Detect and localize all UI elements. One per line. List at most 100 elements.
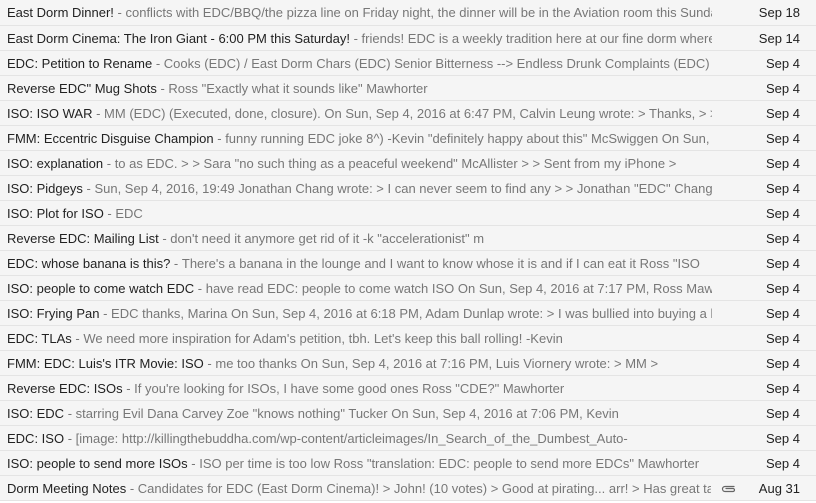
email-snippet: ISO per time is too low Ross "translatio… — [199, 455, 700, 471]
email-date: Aug 31 — [758, 480, 800, 496]
email-snippet: We need more inspiration for Adam's peti… — [83, 330, 563, 346]
email-row[interactable]: Dorm Meeting Notes - Candidates for EDC … — [0, 476, 816, 501]
email-snippet: Sun, Sep 4, 2016, 19:49 Jonathan Chang w… — [94, 180, 712, 196]
email-subject: Reverse EDC" Mug Shots — [7, 80, 157, 96]
subject-snippet-separator: - — [156, 80, 169, 96]
email-subject: Reverse EDC: Mailing List — [7, 230, 159, 246]
email-subject: EDC: Petition to Rename — [7, 55, 153, 71]
email-snippet: EDC — [115, 205, 143, 221]
email-snippet: If you're looking for ISOs, I have some … — [134, 380, 565, 396]
email-subject: FMM: EDC: Luis's ITR Movie: ISO — [7, 355, 204, 371]
email-row[interactable]: EDC: TLAs - We need more inspiration for… — [0, 326, 816, 351]
email-text: ISO: Frying Pan - EDC thanks, Marina On … — [7, 301, 712, 325]
email-date: Sep 18 — [758, 5, 800, 20]
email-date: Sep 4 — [766, 355, 800, 371]
email-subject: FMM: Eccentric Disguise Champion — [7, 130, 214, 146]
email-snippet: Ross "Exactly what it sounds like" Mawho… — [168, 80, 428, 96]
email-text: FMM: Eccentric Disguise Champion - funny… — [7, 126, 712, 150]
email-subject: ISO: ISO WAR — [7, 105, 93, 121]
email-snippet: me too thanks On Sun, Sep 4, 2016 at 7:1… — [215, 355, 659, 371]
email-row[interactable]: ISO: Plot for ISO - EDC Sep 4 — [0, 201, 816, 226]
email-snippet: conflicts with EDC/BBQ/the pizza line on… — [125, 5, 712, 20]
email-row[interactable]: FMM: Eccentric Disguise Champion - funny… — [0, 126, 816, 151]
subject-snippet-separator: - — [349, 30, 362, 46]
email-subject: EDC: TLAs — [7, 330, 72, 346]
subject-snippet-separator: - — [64, 405, 76, 421]
email-snippet: starring Evil Dana Carvey Zoe "knows not… — [75, 405, 619, 421]
email-date: Sep 4 — [766, 305, 800, 321]
email-date: Sep 4 — [766, 205, 800, 221]
subject-snippet-separator: - — [194, 280, 206, 296]
email-subject: ISO: people to send more ISOs — [7, 455, 188, 471]
email-text: ISO: people to come watch EDC - have rea… — [7, 276, 712, 300]
email-row[interactable]: ISO: ISO WAR - MM (EDC) (Executed, done,… — [0, 101, 816, 126]
email-snippet: There's a banana in the lounge and I wan… — [181, 255, 700, 271]
email-row[interactable]: ISO: people to come watch EDC - have rea… — [0, 276, 816, 301]
email-text: Reverse EDC: ISOs - If you're looking fo… — [7, 376, 712, 400]
email-row[interactable]: EDC: Petition to Rename - Cooks (EDC) / … — [0, 51, 816, 76]
email-row[interactable]: East Dorm Cinema: The Iron Giant - 6:00 … — [0, 26, 816, 51]
email-text: East Dorm Cinema: The Iron Giant - 6:00 … — [7, 26, 712, 50]
email-snippet: [image: http://killingthebuddha.com/wp-c… — [75, 430, 628, 446]
email-row[interactable]: Reverse EDC: ISOs - If you're looking fo… — [0, 376, 816, 401]
email-subject: East Dorm Dinner! — [7, 5, 114, 20]
subject-snippet-separator: - — [203, 355, 216, 371]
email-date: Sep 4 — [766, 455, 800, 471]
email-text: Dorm Meeting Notes - Candidates for EDC … — [7, 476, 711, 500]
subject-snippet-separator: - — [92, 105, 105, 121]
email-snippet: EDC thanks, Marina On Sun, Sep 4, 2016 a… — [111, 305, 712, 321]
email-subject: ISO: people to come watch EDC — [7, 280, 195, 296]
email-date: Sep 4 — [766, 330, 800, 346]
email-text: EDC: whose banana is this? - There's a b… — [7, 251, 712, 275]
email-subject: ISO: Plot for ISO — [7, 205, 104, 221]
email-list: East Dorm Dinner! - conflicts with EDC/B… — [0, 0, 816, 501]
email-date: Sep 4 — [766, 255, 800, 271]
subject-snippet-separator: - — [122, 380, 135, 396]
email-text: ISO: explanation - to as EDC. > > Sara "… — [7, 151, 712, 175]
email-subject: ISO: Pidgeys — [7, 180, 83, 196]
email-text: FMM: EDC: Luis's ITR Movie: ISO - me too… — [7, 351, 712, 375]
email-date: Sep 4 — [766, 405, 800, 421]
email-snippet: don't need it anymore get rid of it -k "… — [170, 230, 485, 246]
email-snippet: have read EDC: people to come watch ISO … — [205, 280, 712, 296]
subject-snippet-separator: - — [213, 130, 226, 146]
email-text: EDC: ISO - [image: http://killingthebudd… — [7, 426, 712, 450]
email-subject: EDC: whose banana is this? — [7, 255, 171, 271]
email-date: Sep 4 — [766, 105, 800, 121]
email-row[interactable]: ISO: Pidgeys - Sun, Sep 4, 2016, 19:49 J… — [0, 176, 816, 201]
email-row[interactable]: EDC: ISO - [image: http://killingthebudd… — [0, 426, 816, 451]
subject-snippet-separator: - — [158, 230, 171, 246]
email-snippet: friends! EDC is a weekly tradition here … — [361, 30, 712, 46]
email-text: ISO: EDC - starring Evil Dana Carvey Zoe… — [7, 401, 712, 425]
email-text: ISO: ISO WAR - MM (EDC) (Executed, done,… — [7, 101, 712, 125]
email-snippet: Cooks (EDC) / East Dorm Chars (EDC) Seni… — [163, 55, 712, 71]
subject-snippet-separator: - — [64, 430, 76, 446]
email-snippet: MM (EDC) (Executed, done, closure). On S… — [104, 105, 712, 121]
email-date: Sep 4 — [766, 280, 800, 296]
email-row[interactable]: EDC: whose banana is this? - There's a b… — [0, 251, 816, 276]
subject-snippet-separator: - — [187, 455, 200, 471]
email-subject: EDC: ISO — [7, 430, 65, 446]
email-snippet: to as EDC. > > Sara "no such thing as a … — [114, 155, 677, 171]
email-row[interactable]: ISO: explanation - to as EDC. > > Sara "… — [0, 151, 816, 176]
email-row[interactable]: Reverse EDC: Mailing List - don't need i… — [0, 226, 816, 251]
email-date: Sep 4 — [766, 80, 800, 96]
email-row[interactable]: ISO: people to send more ISOs - ISO per … — [0, 451, 816, 476]
email-row[interactable]: East Dorm Dinner! - conflicts with EDC/B… — [0, 0, 816, 26]
email-subject: ISO: EDC — [7, 405, 65, 421]
email-row[interactable]: FMM: EDC: Luis's ITR Movie: ISO - me too… — [0, 351, 816, 376]
subject-snippet-separator: - — [170, 255, 182, 271]
email-text: EDC: Petition to Rename - Cooks (EDC) / … — [7, 51, 712, 75]
email-row[interactable]: Reverse EDC" Mug Shots - Ross "Exactly w… — [0, 76, 816, 101]
email-row[interactable]: ISO: Frying Pan - EDC thanks, Marina On … — [0, 301, 816, 326]
email-row[interactable]: ISO: EDC - starring Evil Dana Carvey Zoe… — [0, 401, 816, 426]
subject-snippet-separator: - — [103, 155, 115, 171]
email-snippet: funny running EDC joke 8^) -Kevin "defin… — [225, 130, 712, 146]
email-date: Sep 4 — [766, 230, 800, 246]
subject-snippet-separator: - — [82, 180, 95, 196]
email-date: Sep 4 — [766, 180, 800, 196]
email-date: Sep 4 — [766, 130, 800, 146]
email-text: ISO: Pidgeys - Sun, Sep 4, 2016, 19:49 J… — [7, 176, 712, 200]
email-subject: ISO: Frying Pan — [7, 305, 100, 321]
email-subject: ISO: explanation — [7, 155, 104, 171]
